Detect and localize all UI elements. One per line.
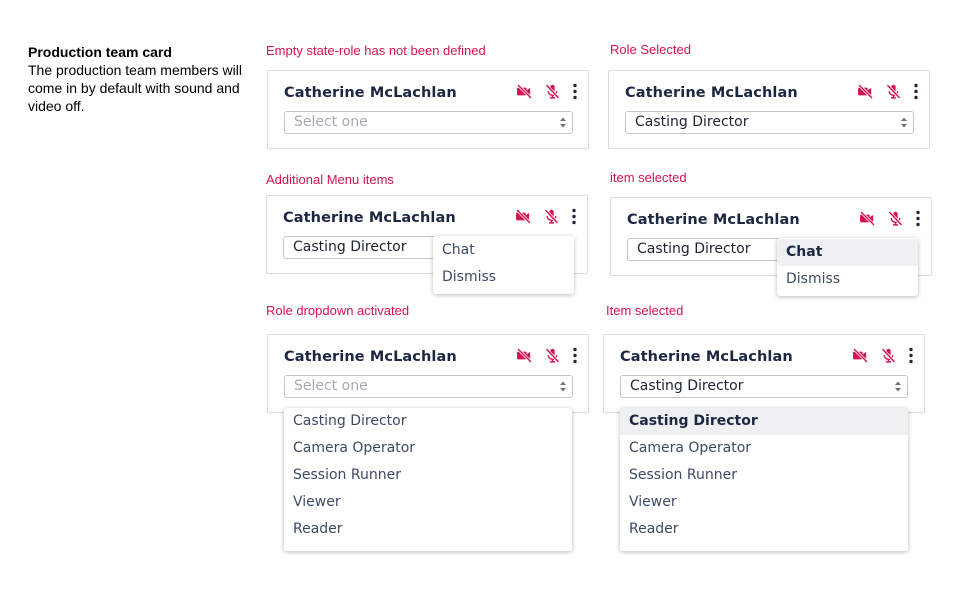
member-name: Catherine McLachlan xyxy=(627,212,800,228)
role-option[interactable]: Reader xyxy=(620,516,908,543)
production-team-card: Catherine McLachlan Select one xyxy=(267,70,589,149)
more-vertical-icon[interactable] xyxy=(908,347,914,364)
chevron-up-down-icon xyxy=(894,380,902,393)
role-option[interactable]: Reader xyxy=(284,516,572,543)
variant-label-empty-state: Empty state-role has not been defined xyxy=(266,43,486,58)
intro-block: Production team card The production team… xyxy=(28,43,243,115)
mic-off-icon[interactable] xyxy=(544,83,561,100)
card-overflow-menu: Chat Dismiss xyxy=(777,238,918,296)
role-dropdown-list: Casting Director Camera Operator Session… xyxy=(284,408,572,551)
more-vertical-icon[interactable] xyxy=(913,83,919,100)
role-select-value: Select one xyxy=(294,378,368,394)
role-option[interactable]: Viewer xyxy=(284,489,572,516)
mic-off-icon[interactable] xyxy=(544,347,561,364)
video-off-icon[interactable] xyxy=(859,210,876,227)
role-select-value: Casting Director xyxy=(293,239,407,255)
mic-off-icon[interactable] xyxy=(880,347,897,364)
intro-description: The production team members will come in… xyxy=(28,62,242,114)
chevron-up-down-icon xyxy=(559,380,567,393)
member-name: Catherine McLachlan xyxy=(284,85,457,101)
variant-label-item-selected-menu: item selected xyxy=(610,170,687,185)
member-name: Catherine McLachlan xyxy=(283,210,456,226)
role-option[interactable]: Viewer xyxy=(620,489,908,516)
role-option[interactable]: Casting Director xyxy=(284,408,572,435)
role-select-value: Casting Director xyxy=(630,378,744,394)
role-option[interactable]: Session Runner xyxy=(620,462,908,489)
menu-item-dismiss[interactable]: Dismiss xyxy=(433,264,574,291)
role-select-value: Casting Director xyxy=(635,114,749,130)
mic-off-icon[interactable] xyxy=(543,208,560,225)
role-select-value: Casting Director xyxy=(637,241,751,257)
more-vertical-icon[interactable] xyxy=(915,210,921,227)
intro-title: Production team card xyxy=(28,44,172,60)
card-overflow-menu: Chat Dismiss xyxy=(433,236,574,294)
member-name: Catherine McLachlan xyxy=(625,85,798,101)
variant-label-item-selected-dropdown: Item selected xyxy=(606,303,684,318)
production-team-card: Catherine McLachlan Casting Director xyxy=(608,70,930,149)
role-select[interactable]: Select one xyxy=(284,111,573,134)
role-select-value: Select one xyxy=(294,114,368,130)
role-select[interactable]: Casting Director xyxy=(625,111,914,134)
variant-label-role-dropdown-activated: Role dropdown activated xyxy=(266,303,410,318)
video-off-icon[interactable] xyxy=(852,347,869,364)
menu-item-chat[interactable]: Chat xyxy=(433,237,574,264)
more-vertical-icon[interactable] xyxy=(572,347,578,364)
video-off-icon[interactable] xyxy=(857,83,874,100)
more-vertical-icon[interactable] xyxy=(571,208,577,225)
video-off-icon[interactable] xyxy=(516,83,533,100)
role-option[interactable]: Camera Operator xyxy=(284,435,572,462)
role-option[interactable]: Session Runner xyxy=(284,462,572,489)
mic-off-icon[interactable] xyxy=(887,210,904,227)
role-select[interactable]: Select one xyxy=(284,375,573,398)
chevron-up-down-icon xyxy=(900,116,908,129)
menu-item-chat[interactable]: Chat xyxy=(777,239,918,266)
production-team-card: Catherine McLachlan Select one xyxy=(267,334,589,413)
production-team-card: Catherine McLachlan Casting Director xyxy=(603,334,925,413)
more-vertical-icon[interactable] xyxy=(572,83,578,100)
chevron-up-down-icon xyxy=(559,116,567,129)
menu-item-dismiss[interactable]: Dismiss xyxy=(777,266,918,293)
member-name: Catherine McLachlan xyxy=(620,349,793,365)
variant-label-role-selected: Role Selected xyxy=(610,42,691,57)
role-option-selected[interactable]: Casting Director xyxy=(620,408,908,435)
video-off-icon[interactable] xyxy=(515,208,532,225)
role-option[interactable]: Camera Operator xyxy=(620,435,908,462)
mic-off-icon[interactable] xyxy=(885,83,902,100)
role-select[interactable]: Casting Director xyxy=(620,375,908,398)
variant-label-additional-menu-items: Additional Menu items xyxy=(266,172,394,187)
role-dropdown-list: Casting Director Camera Operator Session… xyxy=(620,408,908,551)
video-off-icon[interactable] xyxy=(516,347,533,364)
member-name: Catherine McLachlan xyxy=(284,349,457,365)
